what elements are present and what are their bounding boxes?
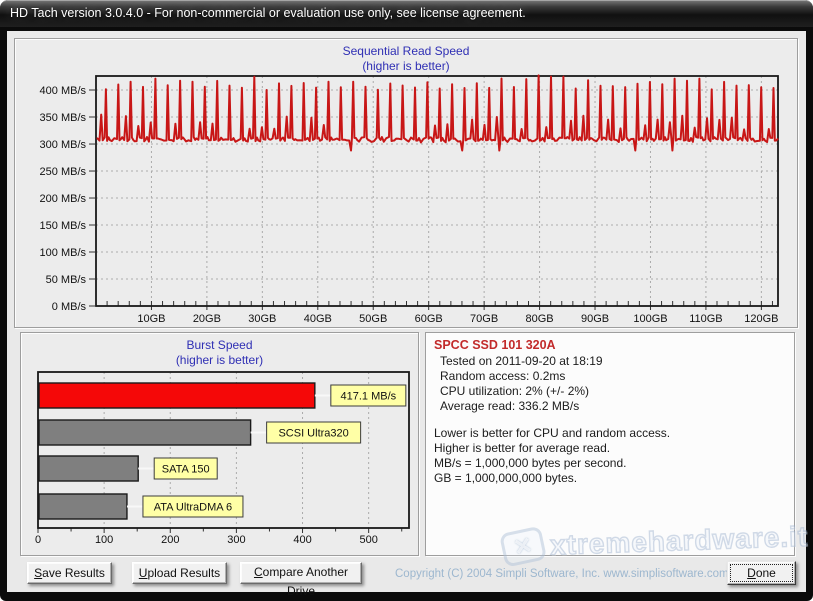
svg-text:50 MB/s: 50 MB/s (46, 274, 87, 286)
svg-text:70GB: 70GB (470, 313, 498, 325)
drive-detail-line: Random access: 0.2ms (434, 369, 786, 384)
svg-text:110GB: 110GB (689, 313, 722, 325)
svg-text:80GB: 80GB (526, 313, 554, 325)
burst-chart-title-block: Burst Speed (higher is better) (21, 338, 418, 368)
benchmark-note-line: Higher is better for average read. (434, 441, 786, 456)
svg-text:400: 400 (293, 534, 311, 546)
svg-text:0: 0 (35, 534, 41, 546)
drive-detail-line: Average read: 336.2 MB/s (434, 399, 786, 414)
window-title: HD Tach version 3.0.4.0 - For non-commer… (10, 6, 526, 20)
title-bar[interactable]: HD Tach version 3.0.4.0 - For non-commer… (0, 0, 813, 27)
benchmark-notes: Lower is better for CPU and random acces… (434, 426, 786, 486)
svg-text:150 MB/s: 150 MB/s (40, 220, 87, 232)
sequential-chart-title-block: Sequential Read Speed (higher is better) (15, 44, 797, 74)
svg-text:400 MB/s: 400 MB/s (40, 85, 87, 97)
svg-text:SATA 150: SATA 150 (162, 464, 210, 476)
burst-chart-subtitle: (higher is better) (21, 353, 418, 368)
sequential-chart-subtitle: (higher is better) (15, 59, 797, 74)
svg-text:200: 200 (161, 534, 179, 546)
drive-info-panel: SPCC SSD 101 320A Tested on 2011-09-20 a… (425, 332, 795, 556)
svg-text:0 MB/s: 0 MB/s (52, 301, 87, 313)
benchmark-note-line: GB = 1,000,000,000 bytes. (434, 471, 786, 486)
drive-detail-line: Tested on 2011-09-20 at 18:19 (434, 354, 786, 369)
svg-text:250 MB/s: 250 MB/s (40, 166, 87, 178)
burst-chart-title: Burst Speed (21, 338, 418, 353)
drive-name: SPCC SSD 101 320A (434, 338, 786, 352)
drive-details: Tested on 2011-09-20 at 18:19Random acce… (434, 354, 786, 414)
benchmark-note-line: Lower is better for CPU and random acces… (434, 426, 786, 441)
svg-text:100: 100 (95, 534, 113, 546)
save-results-button[interactable]: Save Results (27, 562, 112, 584)
done-button[interactable]: Done (727, 561, 796, 585)
svg-text:20GB: 20GB (193, 313, 221, 325)
sequential-read-panel: Sequential Read Speed (higher is better)… (14, 38, 798, 328)
svg-text:350 MB/s: 350 MB/s (40, 112, 87, 124)
svg-text:100 MB/s: 100 MB/s (40, 247, 87, 259)
upload-results-button[interactable]: Upload Results (132, 562, 227, 584)
svg-text:300 MB/s: 300 MB/s (40, 139, 87, 151)
svg-text:90GB: 90GB (581, 313, 609, 325)
svg-text:40GB: 40GB (304, 313, 332, 325)
svg-text:50GB: 50GB (359, 313, 387, 325)
svg-text:417.1 MB/s: 417.1 MB/s (341, 391, 397, 403)
svg-text:100GB: 100GB (633, 313, 667, 325)
svg-text:ATA UltraDMA 6: ATA UltraDMA 6 (154, 502, 232, 514)
svg-text:200 MB/s: 200 MB/s (40, 193, 87, 205)
svg-text:120GB: 120GB (744, 313, 778, 325)
hdtach-window: HD Tach version 3.0.4.0 - For non-commer… (0, 0, 813, 601)
svg-text:300: 300 (227, 534, 245, 546)
drive-detail-line: CPU utilization: 2% (+/- 2%) (434, 384, 786, 399)
sequential-read-chart: 0 MB/s 50 MB/s 100 MB/s 150 MB/s 200 MB/s 250… (15, 39, 797, 327)
sequential-chart-title: Sequential Read Speed (15, 44, 797, 59)
window-content: Sequential Read Speed (higher is better)… (7, 31, 806, 592)
svg-text:60GB: 60GB (415, 313, 443, 325)
svg-text:30GB: 30GB (248, 313, 276, 325)
compare-another-drive-button[interactable]: Compare Another Drive (240, 562, 362, 584)
svg-text:SCSI Ultra320: SCSI Ultra320 (278, 428, 348, 440)
burst-speed-panel: Burst Speed (higher is better) 0 100 200 30… (20, 332, 419, 556)
svg-text:10GB: 10GB (137, 313, 165, 325)
svg-text:500: 500 (359, 534, 377, 546)
benchmark-note-line: MB/s = 1,000,000 bytes per second. (434, 456, 786, 471)
copyright-text: Copyright (C) 2004 Simpli Software, Inc.… (395, 568, 725, 580)
